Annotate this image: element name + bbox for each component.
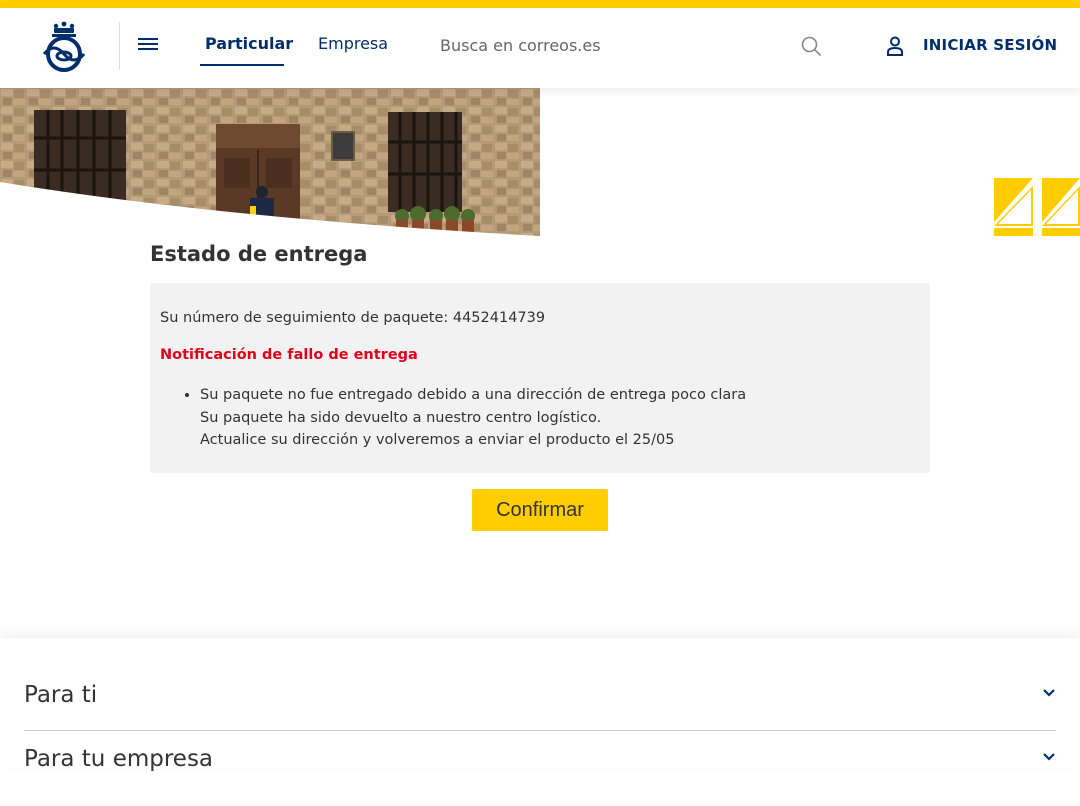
site-header: Particular Empresa INICIAR SESIÓN xyxy=(0,8,1080,88)
header-divider xyxy=(119,22,120,70)
accordion-label: Para tu empresa xyxy=(24,746,214,772)
chevron-down-icon[interactable] xyxy=(1042,752,1056,762)
menu-icon[interactable] xyxy=(138,38,158,52)
tab-empresa[interactable]: Empresa xyxy=(318,34,388,53)
footer-accordion: Para ti Para tu empresa xyxy=(0,638,1080,772)
window-right xyxy=(388,112,462,212)
top-accent-bar xyxy=(0,0,1080,8)
confirm-button[interactable]: Confirmar xyxy=(472,489,608,531)
delivery-failure-notice: Notificación de fallo de entrega xyxy=(160,347,418,363)
user-icon[interactable] xyxy=(885,35,905,57)
page-title: Estado de entrega xyxy=(150,242,368,266)
yellow-corner-decoration xyxy=(994,178,1080,236)
tracking-number-text: Su número de seguimiento de paquete: 445… xyxy=(160,310,546,326)
active-tab-indicator xyxy=(200,64,284,66)
accordion-label: Para ti xyxy=(24,682,98,708)
delivery-status-panel: Su número de seguimiento de paquete: 445… xyxy=(150,283,930,473)
correos-logo-icon[interactable] xyxy=(36,20,92,72)
hero-image xyxy=(0,88,540,236)
chevron-down-icon[interactable] xyxy=(1042,688,1056,698)
login-button[interactable]: INICIAR SESIÓN xyxy=(923,36,1057,54)
search-icon[interactable] xyxy=(800,35,822,57)
list-item: Su paquete no fue entregado debido a una… xyxy=(200,384,746,407)
list-item: Su paquete ha sido devuelto a nuestro ce… xyxy=(200,409,602,426)
accordion-divider xyxy=(24,730,1056,731)
accordion-para-ti[interactable]: Para ti xyxy=(24,682,1056,742)
tab-particular[interactable]: Particular xyxy=(205,34,293,53)
delivery-details-list: Su paquete no fue entregado debido a una… xyxy=(200,384,746,452)
list-item: Actualice su dirección y volveremos a en… xyxy=(200,432,675,448)
search-input[interactable] xyxy=(440,30,780,60)
accordion-para-tu-empresa[interactable]: Para tu empresa xyxy=(24,746,1056,806)
